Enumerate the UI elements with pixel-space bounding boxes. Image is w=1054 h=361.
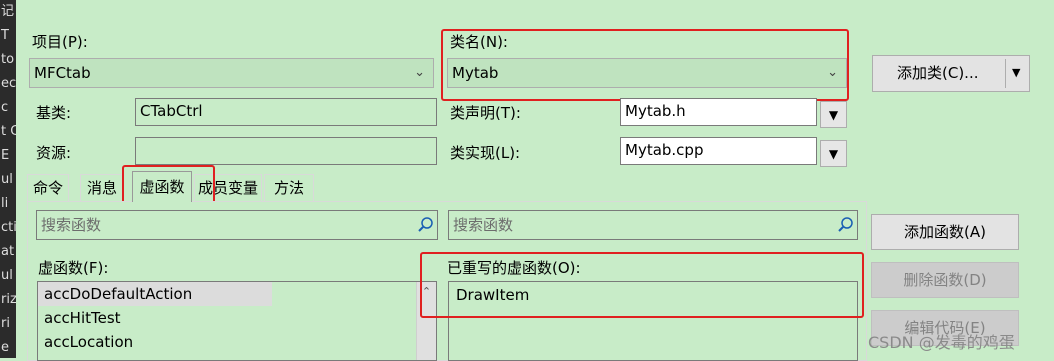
tab-commands[interactable]: 命令 bbox=[27, 174, 69, 201]
search-placeholder: 搜索函数 bbox=[41, 216, 102, 234]
classname-combobox[interactable]: Mytab ⌄ bbox=[447, 58, 847, 88]
list-item[interactable]: DrawItem bbox=[449, 282, 857, 306]
classname-label: 类名(N): bbox=[450, 33, 508, 51]
base-class-label: 基类: bbox=[36, 104, 72, 122]
list-item[interactable]: accLocation bbox=[38, 330, 436, 354]
search-overridden-input[interactable]: 搜索函数 bbox=[448, 210, 858, 240]
virtual-functions-label: 虚函数(F): bbox=[38, 259, 109, 277]
overridden-label: 已重写的虚函数(O): bbox=[447, 259, 581, 277]
strip-line: t C bbox=[1, 124, 16, 139]
tab-virtual-functions[interactable]: 虚函数 bbox=[132, 171, 192, 202]
strip-line: riz bbox=[1, 292, 16, 307]
search-placeholder: 搜索函数 bbox=[453, 216, 514, 234]
delete-function-button[interactable]: 删除函数(D) bbox=[871, 262, 1019, 298]
class-decl-field[interactable]: Mytab.h bbox=[620, 98, 817, 126]
chevron-down-icon[interactable]: ⌄ bbox=[827, 59, 838, 87]
strip-line: to bbox=[1, 52, 15, 67]
project-label: 项目(P): bbox=[32, 33, 88, 51]
list-item[interactable]: accHitTest bbox=[38, 306, 436, 330]
tab-methods[interactable]: 方法 bbox=[264, 174, 314, 201]
dropdown-arrow-icon[interactable]: ▼ bbox=[1012, 63, 1020, 83]
add-class-label: 添加类(C)... bbox=[897, 64, 979, 82]
add-class-button[interactable]: 添加类(C)... bbox=[872, 55, 1030, 92]
strip-line: c bbox=[1, 100, 9, 115]
chevron-down-icon[interactable]: ⌄ bbox=[414, 59, 425, 87]
class-impl-field[interactable]: Mytab.cpp bbox=[620, 137, 817, 165]
dialog-title-bar bbox=[16, 0, 1054, 20]
list-item[interactable]: accDoDefaultAction bbox=[38, 282, 272, 306]
resource-label: 资源: bbox=[36, 144, 72, 162]
strip-line: e bbox=[1, 340, 9, 355]
strip-line: at bbox=[1, 244, 15, 259]
search-icon[interactable] bbox=[835, 211, 857, 239]
class-impl-dropdown-icon[interactable]: ▼ bbox=[820, 140, 847, 167]
watermark: CSDN @发毒的鸡蛋 bbox=[868, 333, 1015, 352]
search-icon[interactable] bbox=[415, 211, 437, 239]
scrollbar[interactable]: ⌃ bbox=[416, 282, 436, 360]
overridden-functions-list[interactable]: DrawItem bbox=[448, 281, 858, 361]
strip-line: ul bbox=[1, 268, 13, 283]
tab-member-variables[interactable]: 成员变量 bbox=[194, 174, 262, 201]
project-combobox[interactable]: MFCtab ⌄ bbox=[29, 58, 434, 88]
strip-line: ri bbox=[1, 316, 10, 331]
tab-messages[interactable]: 消息 bbox=[80, 174, 124, 201]
strip-line: cti bbox=[1, 220, 16, 235]
class-decl-dropdown-icon[interactable]: ▼ bbox=[820, 101, 847, 128]
search-functions-input[interactable]: 搜索函数 bbox=[36, 210, 438, 240]
resource-field[interactable] bbox=[135, 137, 437, 165]
strip-line: T bbox=[1, 28, 9, 43]
classname-value: Mytab bbox=[452, 64, 499, 82]
add-function-button[interactable]: 添加函数(A) bbox=[871, 214, 1019, 250]
split-divider bbox=[1005, 59, 1006, 88]
class-decl-label: 类声明(T): bbox=[450, 104, 521, 122]
strip-line: ec bbox=[1, 76, 16, 91]
strip-line: li bbox=[1, 196, 9, 211]
strip-line: ul bbox=[1, 172, 13, 187]
background-window-strip: 记 T to ec c t C E ul li cti at ul riz ri… bbox=[0, 0, 16, 358]
base-class-field[interactable]: CTabCtrl bbox=[135, 98, 437, 126]
strip-line: 记 bbox=[1, 4, 15, 19]
scroll-up-icon[interactable]: ⌃ bbox=[417, 282, 436, 302]
project-value: MFCtab bbox=[34, 64, 91, 82]
class-impl-label: 类实现(L): bbox=[450, 144, 521, 162]
virtual-functions-list[interactable]: accDoDefaultAction accHitTest accLocatio… bbox=[37, 281, 437, 361]
strip-line: E bbox=[1, 148, 10, 163]
